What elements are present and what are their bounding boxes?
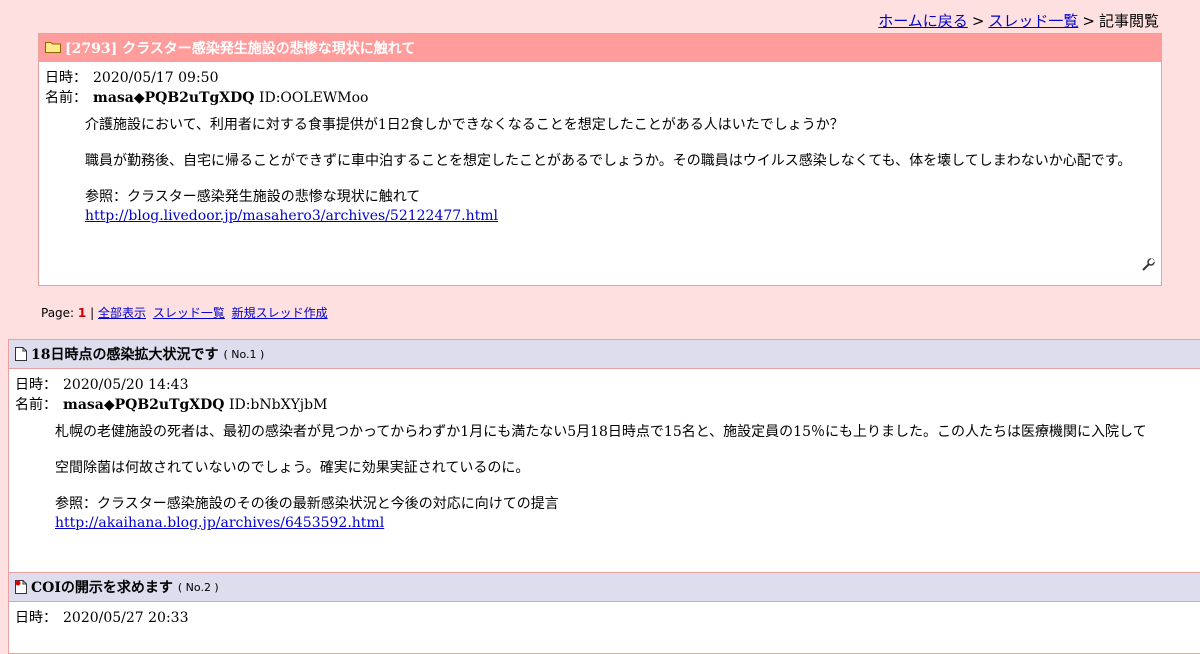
post-paragraph: 空間除菌は何故されていないのでしょう。確実に効果実証されているのに。 — [55, 460, 530, 476]
page-label: Page: — [41, 306, 75, 320]
post-meta: 日時： 2020/05/27 20:33 — [15, 608, 1200, 628]
post-content: 介護施設において、利用者に対する食事提供が1日2食しかできなくなることを想定した… — [45, 108, 1155, 226]
reply-panel: 18日時点の感染拡大状況です ( No.1 ) 日時： 2020/05/20 14… — [8, 339, 1200, 574]
breadcrumb: ホームに戻る > スレッド一覧 > 記事閲覧 — [878, 10, 1159, 31]
post-date: 2020/05/17 09:50 — [93, 70, 219, 86]
reply-body: 日時： 2020/05/20 14:43 名前： masa◆PQB2uTgXDQ I… — [9, 369, 1200, 533]
post-paragraph: 介護施設において、利用者に対する食事提供が1日2食しかできなくなることを想定した… — [85, 117, 844, 133]
new-document-icon — [15, 580, 27, 594]
folder-icon — [45, 42, 61, 53]
wrench-icon[interactable] — [1141, 258, 1155, 272]
post-meta: 日時： 2020/05/17 09:50 名前： masa◆PQB2uTgXDQ I… — [45, 68, 1155, 108]
post-meta: 日時： 2020/05/20 14:43 名前： masa◆PQB2uTgXDQ I… — [15, 375, 1200, 415]
post-date: 2020/05/27 20:33 — [63, 610, 189, 626]
current-page: 1 — [77, 306, 87, 320]
name-label: 名前： — [45, 90, 87, 106]
breadcrumb-current: 記事閲覧 — [1098, 12, 1159, 30]
reply-title: COIの開示を求めます — [31, 580, 173, 596]
reply-header: COIの開示を求めます ( No.2 ) — [9, 573, 1200, 602]
thread-title: [2793] クラスター感染発生施設の悲惨な現状に触れて — [65, 41, 416, 57]
reply-title: 18日時点の感染拡大状況です — [31, 347, 219, 363]
reply-number: ( No.1 ) — [223, 347, 265, 361]
pager: Page: 1 | 全部表示 スレッド一覧 新規スレッド作成 — [41, 304, 331, 321]
author-id: ID:bNbXYjbM — [228, 397, 328, 413]
thread-list-link[interactable]: スレッド一覧 — [988, 12, 1078, 30]
document-icon — [15, 347, 27, 361]
pager-separator: | — [90, 306, 95, 320]
thread-list-link[interactable]: スレッド一覧 — [153, 306, 225, 320]
author-name: masa◆PQB2uTgXDQ — [63, 397, 225, 413]
date-label: 日時： — [45, 70, 87, 86]
author-name: masa◆PQB2uTgXDQ — [93, 90, 255, 106]
post-paragraph: 職員が勤務後、自宅に帰ることができずに車中泊することを想定したことがあるでしょう… — [85, 153, 1132, 169]
reply-header: 18日時点の感染拡大状況です ( No.1 ) — [9, 340, 1200, 369]
reply-panel: COIの開示を求めます ( No.2 ) 日時： 2020/05/27 20:33 — [8, 572, 1200, 654]
reply-body: 日時： 2020/05/27 20:33 — [9, 602, 1200, 628]
post-content: 札幌の老健施設の死者は、最初の感染者が見つかってからわずか1月にも満たない5月1… — [15, 415, 1200, 533]
home-link[interactable]: ホームに戻る — [878, 12, 968, 30]
thread-body: 日時： 2020/05/17 09:50 名前： masa◆PQB2uTgXDQ I… — [39, 62, 1161, 271]
new-thread-link[interactable]: 新規スレッド作成 — [232, 306, 328, 320]
reference-link[interactable]: http://akaihana.blog.jp/archives/6453592… — [55, 515, 384, 531]
thread-panel: [2793] クラスター感染発生施設の悲惨な現状に触れて 日時： 2020/05/… — [38, 33, 1162, 286]
date-label: 日時： — [15, 377, 57, 393]
post-reference: 参照：クラスター感染施設のその後の最新感染状況と今後の対応に向けての提言 htt… — [55, 495, 1200, 533]
name-label: 名前： — [15, 397, 57, 413]
reference-link[interactable]: http://blog.livedoor.jp/masahero3/archiv… — [85, 208, 498, 224]
reference-text: 参照：クラスター感染発生施設の悲惨な現状に触れて — [85, 189, 421, 205]
breadcrumb-separator: > — [1082, 12, 1095, 30]
reference-text: 参照：クラスター感染施設のその後の最新感染状況と今後の対応に向けての提言 — [55, 496, 559, 512]
post-date: 2020/05/20 14:43 — [63, 377, 189, 393]
show-all-link[interactable]: 全部表示 — [98, 306, 146, 320]
breadcrumb-separator: > — [971, 12, 985, 30]
post-reference: 参照：クラスター感染発生施設の悲惨な現状に触れて http://blog.liv… — [85, 188, 1155, 226]
author-id: ID:OOLEWMoo — [258, 90, 369, 106]
thread-header: [2793] クラスター感染発生施設の悲惨な現状に触れて — [39, 34, 1161, 62]
post-paragraph: 札幌の老健施設の死者は、最初の感染者が見つかってからわずか1月にも満たない5月1… — [55, 424, 1147, 440]
reply-number: ( No.2 ) — [177, 580, 219, 594]
date-label: 日時： — [15, 610, 57, 626]
